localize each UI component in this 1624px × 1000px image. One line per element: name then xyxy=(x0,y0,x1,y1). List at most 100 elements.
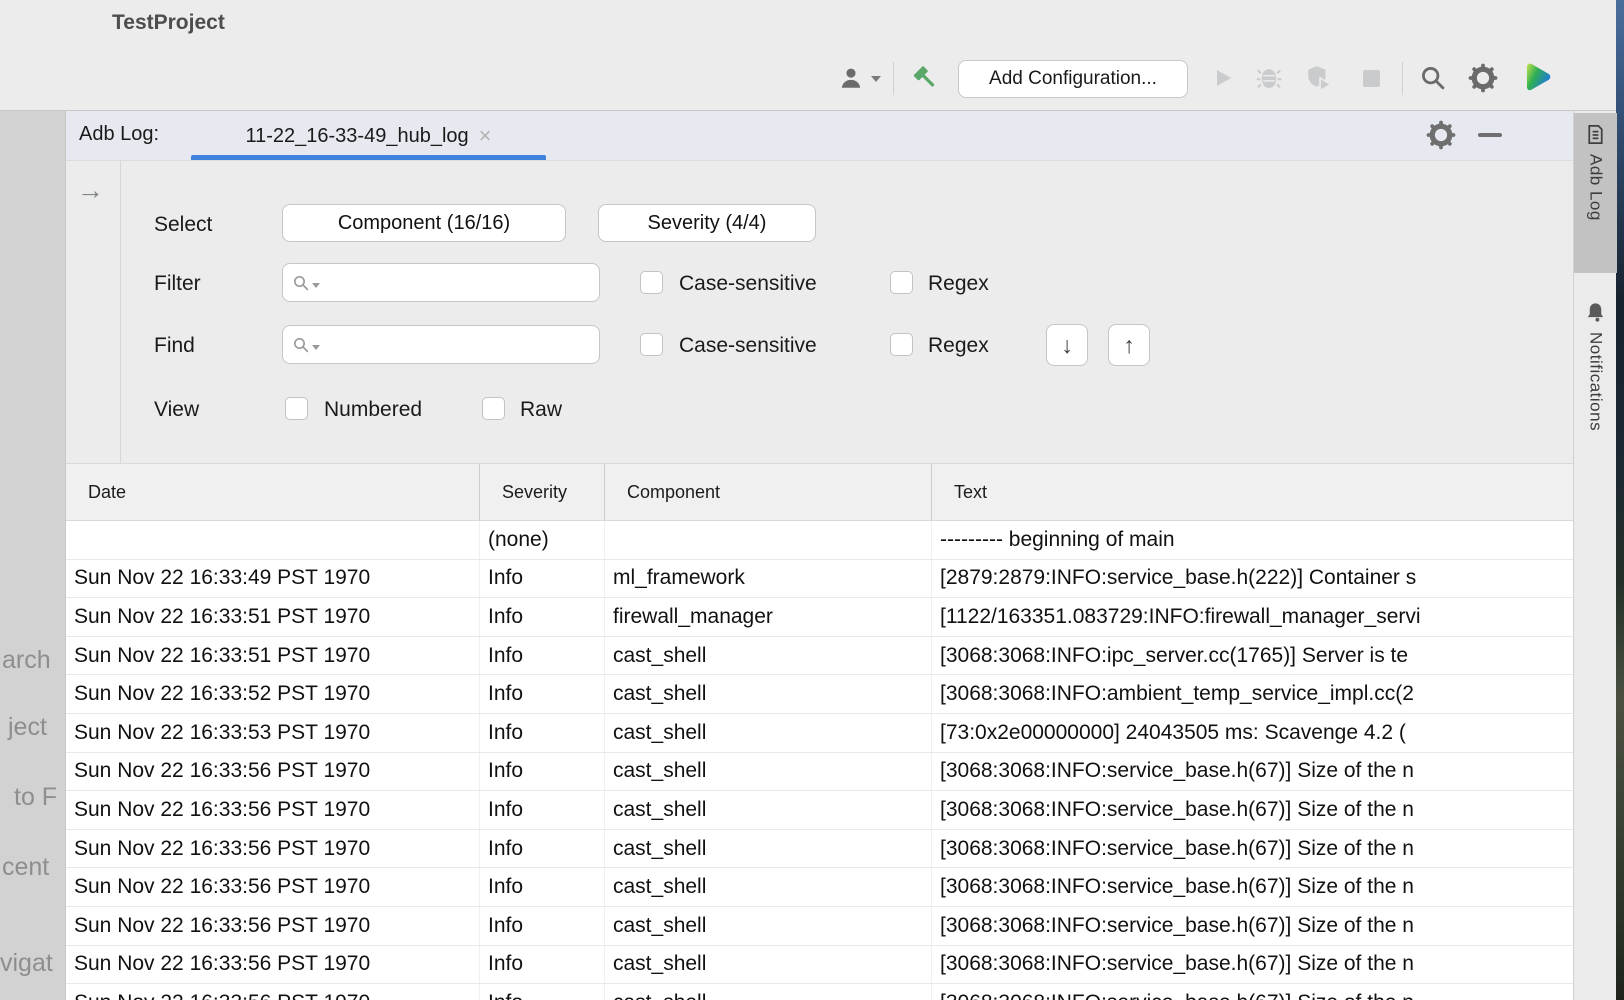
raw-checkbox[interactable] xyxy=(482,397,505,420)
toolbar-separator xyxy=(893,62,894,95)
log-text-cell: [3068:3068:INFO:service_base.h(67)] Size… xyxy=(931,753,1573,791)
panel-settings-button[interactable] xyxy=(1426,120,1458,152)
log-date-cell: Sun Nov 22 16:33:52 PST 1970 xyxy=(66,675,479,713)
search-history-caret-icon[interactable] xyxy=(312,345,320,350)
add-configuration-label: Add Configuration... xyxy=(989,68,1157,90)
log-date-cell: Sun Nov 22 16:33:56 PST 1970 xyxy=(66,984,479,1000)
component-filter-button[interactable]: Component (16/16) xyxy=(282,204,566,242)
close-icon[interactable]: × xyxy=(479,125,492,147)
table-row[interactable]: Sun Nov 22 16:33:56 PST 1970 Info cast_s… xyxy=(66,791,1573,830)
filter-case-sensitive-checkbox[interactable] xyxy=(640,271,663,294)
log-text-cell: [3068:3068:INFO:service_base.h(67)] Size… xyxy=(931,830,1573,868)
sidebar-tab-notifications[interactable]: Notifications xyxy=(1574,291,1617,466)
hammer-icon xyxy=(908,63,938,93)
table-row[interactable]: Sun Nov 22 16:33:56 PST 1970 Info cast_s… xyxy=(66,868,1573,907)
hide-panel-button[interactable] xyxy=(1478,133,1502,137)
run-button[interactable] xyxy=(1208,60,1238,96)
background-text-fragment: arch xyxy=(2,646,51,675)
find-input[interactable] xyxy=(322,330,599,360)
background-text-fragment: vigat xyxy=(0,949,53,978)
table-row[interactable]: Sun Nov 22 16:33:56 PST 1970 Info cast_s… xyxy=(66,753,1573,792)
column-header-date[interactable]: Date xyxy=(66,464,479,520)
log-date-cell: Sun Nov 22 16:33:56 PST 1970 xyxy=(66,868,479,906)
debug-button[interactable] xyxy=(1254,60,1284,96)
column-header-severity[interactable]: Severity xyxy=(479,464,604,520)
adb-log-panel: Adb Log: 11-22_16-33-49_hub_log × xyxy=(65,111,1573,1000)
background-window-strip: archjectto Fcentvigat xyxy=(0,111,65,1000)
table-row[interactable]: Sun Nov 22 16:33:53 PST 1970 Info cast_s… xyxy=(66,714,1573,753)
table-row[interactable]: Sun Nov 22 16:33:56 PST 1970 Info cast_s… xyxy=(66,946,1573,985)
user-account-button[interactable] xyxy=(836,60,866,96)
table-row[interactable]: Sun Nov 22 16:33:51 PST 1970 Info firewa… xyxy=(66,598,1573,637)
add-configuration-button[interactable]: Add Configuration... xyxy=(958,60,1188,98)
find-next-button[interactable]: ↓ xyxy=(1046,324,1088,366)
table-row[interactable]: Sun Nov 22 16:33:52 PST 1970 Info cast_s… xyxy=(66,675,1573,714)
log-date-cell: Sun Nov 22 16:33:56 PST 1970 xyxy=(66,946,479,984)
table-row[interactable]: Sun Nov 22 16:33:49 PST 1970 Info ml_fra… xyxy=(66,560,1573,599)
find-case-sensitive-label: Case-sensitive xyxy=(679,334,817,358)
table-row[interactable]: Sun Nov 22 16:33:56 PST 1970 Info cast_s… xyxy=(66,907,1573,946)
log-text-cell: [73:0x2e00000000] 24043505 ms: Scavenge … xyxy=(931,714,1573,752)
log-file-tab[interactable]: 11-22_16-33-49_hub_log × xyxy=(191,111,546,161)
log-text-cell: [3068:3068:INFO:service_base.h(67)] Size… xyxy=(931,984,1573,1000)
toolbar-separator xyxy=(1402,62,1403,95)
arrow-up-icon: ↑ xyxy=(1123,332,1135,359)
shield-play-icon xyxy=(1305,64,1333,92)
log-component-cell: cast_shell xyxy=(604,830,931,868)
table-row[interactable]: Sun Nov 22 16:33:56 PST 1970 Info cast_s… xyxy=(66,830,1573,869)
sidebar-tab-label: Adb Log xyxy=(1586,154,1606,221)
stop-icon xyxy=(1363,70,1380,87)
right-arrow-icon[interactable]: → xyxy=(77,175,104,206)
log-severity-cell: Info xyxy=(479,946,604,984)
sidebar-tab-adb-log[interactable]: Adb Log xyxy=(1574,113,1617,273)
log-text-cell: [3068:3068:INFO:service_base.h(67)] Size… xyxy=(931,791,1573,829)
search-history-caret-icon[interactable] xyxy=(312,283,320,288)
component-filter-label: Component (16/16) xyxy=(338,212,510,235)
log-component-cell: cast_shell xyxy=(604,753,931,791)
log-severity-cell: Info xyxy=(479,791,604,829)
numbered-checkbox[interactable] xyxy=(285,397,308,420)
profile-button[interactable] xyxy=(1304,60,1334,96)
column-header-component[interactable]: Component xyxy=(604,464,931,520)
filter-area: Select Component (16/16) Severity (4/4) … xyxy=(122,161,1573,463)
bell-icon xyxy=(1584,301,1607,324)
find-previous-button[interactable]: ↑ xyxy=(1108,324,1150,366)
log-text-cell: [1122/163351.083729:INFO:firewall_manage… xyxy=(931,598,1573,636)
find-case-sensitive-checkbox[interactable] xyxy=(640,333,663,356)
severity-filter-button[interactable]: Severity (4/4) xyxy=(598,204,816,242)
find-regex-checkbox[interactable] xyxy=(890,333,913,356)
log-component-cell: cast_shell xyxy=(604,946,931,984)
arrow-down-icon: ↓ xyxy=(1061,332,1073,359)
panel-title: Adb Log: xyxy=(79,123,159,146)
log-severity-cell: (none) xyxy=(479,521,604,559)
filter-label: Filter xyxy=(154,272,201,296)
sidebar-tab-label: Notifications xyxy=(1586,332,1606,431)
table-row[interactable]: Sun Nov 22 16:33:56 PST 1970 Info cast_s… xyxy=(66,984,1573,1000)
user-icon xyxy=(838,65,864,91)
column-header-text[interactable]: Text xyxy=(931,464,1573,520)
stop-button[interactable] xyxy=(1356,60,1386,96)
settings-button[interactable] xyxy=(1468,60,1498,96)
log-component-cell: cast_shell xyxy=(604,868,931,906)
filter-regex-checkbox[interactable] xyxy=(890,271,913,294)
tab-title: 11-22_16-33-49_hub_log xyxy=(245,125,468,148)
title-bar: TestProject Add Configuration... xyxy=(0,0,1616,110)
log-component-cell xyxy=(604,521,931,559)
log-severity-cell: Info xyxy=(479,637,604,675)
search-icon xyxy=(292,274,310,292)
play-icon xyxy=(1211,66,1235,90)
log-component-cell: cast_shell xyxy=(604,907,931,945)
find-search-box xyxy=(282,325,600,364)
filter-case-sensitive-label: Case-sensitive xyxy=(679,272,817,296)
table-row[interactable]: (none) --------- beginning of main xyxy=(66,521,1573,560)
log-text-cell: [3068:3068:INFO:service_base.h(67)] Size… xyxy=(931,868,1573,906)
log-severity-cell: Info xyxy=(479,560,604,598)
log-date-cell: Sun Nov 22 16:33:56 PST 1970 xyxy=(66,830,479,868)
log-date-cell: Sun Nov 22 16:33:51 PST 1970 xyxy=(66,598,479,636)
find-regex-label: Regex xyxy=(928,334,989,358)
filter-input[interactable] xyxy=(322,268,599,298)
table-row[interactable]: Sun Nov 22 16:33:51 PST 1970 Info cast_s… xyxy=(66,637,1573,676)
build-button[interactable] xyxy=(908,60,938,96)
background-text-fragment: ject xyxy=(8,713,47,742)
search-everywhere-button[interactable] xyxy=(1418,60,1448,96)
